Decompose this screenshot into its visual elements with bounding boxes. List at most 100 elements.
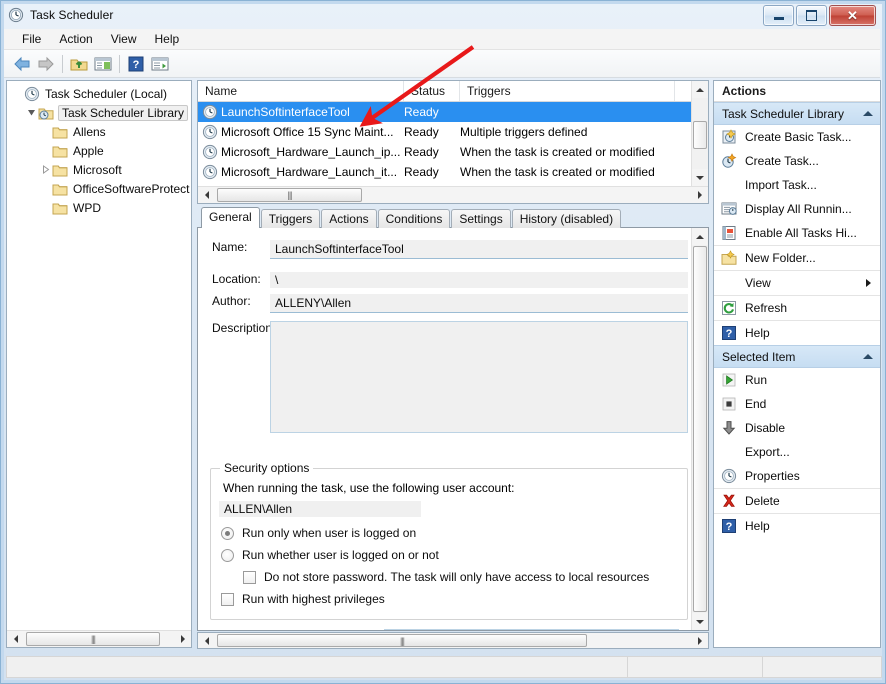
task-list-horizontal-scrollbar[interactable]: ||| [198, 186, 708, 203]
action-help[interactable]: ? Help [714, 320, 880, 345]
forward-button[interactable] [34, 52, 58, 76]
tree-expander-placeholder [39, 144, 52, 157]
highest-privileges-option[interactable]: Run with highest privileges [221, 592, 687, 606]
action-view[interactable]: View [714, 270, 880, 295]
detail-vertical-scrollbar[interactable] [691, 228, 708, 630]
no-store-password-option[interactable]: Do not store password. The task will onl… [243, 570, 687, 584]
chevron-up-icon[interactable] [863, 354, 873, 359]
show-console-tree-button[interactable] [91, 52, 115, 76]
tree-hscroll-thumb[interactable]: ||| [26, 632, 160, 646]
tab-conditions[interactable]: Conditions [377, 209, 451, 228]
chevron-up-icon[interactable] [863, 111, 873, 116]
column-header-status[interactable]: Status [404, 81, 460, 101]
action-run[interactable]: Run [714, 368, 880, 392]
tree-expander-placeholder [39, 125, 52, 138]
tree-hscroll-right-arrow[interactable] [174, 631, 191, 647]
action-end[interactable]: End [714, 392, 880, 416]
task-row[interactable]: Microsoft_Hardware_Launch_it... Ready When… [198, 162, 708, 182]
minimize-icon [773, 17, 784, 20]
detail-hscroll-left-arrow[interactable] [198, 633, 215, 648]
task-name-cell: Microsoft_Hardware_Launch_ip... [221, 145, 401, 159]
tree-hscroll-left-arrow[interactable] [7, 631, 24, 647]
action-create-basic-task[interactable]: Create Basic Task... [714, 125, 880, 149]
tab-settings[interactable]: Settings [451, 209, 511, 228]
close-button[interactable]: ✕ [829, 5, 876, 26]
detail-horizontal-scrollbar[interactable]: ||| [197, 632, 709, 649]
detail-vscroll-down-arrow[interactable] [692, 613, 708, 630]
task-list-hscroll-thumb[interactable]: ||| [217, 188, 362, 202]
create-task-icon [722, 153, 737, 168]
tree-node-wpd[interactable]: WPD [7, 198, 191, 217]
tab-actions[interactable]: Actions [321, 209, 377, 228]
tree-node-allens[interactable]: Allens [7, 122, 191, 141]
tree-horizontal-scrollbar[interactable]: ||| [7, 630, 191, 647]
menu-action[interactable]: Action [50, 30, 101, 48]
tree-node-apple[interactable]: Apple [7, 141, 191, 160]
tree-node-label: Microsoft [73, 162, 122, 177]
submenu-arrow-icon[interactable] [866, 279, 871, 287]
task-list-vscroll-thumb[interactable] [693, 121, 707, 149]
actions-section-header[interactable]: Selected Item [714, 345, 880, 368]
tab-triggers[interactable]: Triggers [260, 209, 321, 228]
run-only-logged-on-option[interactable]: Run only when user is logged on [221, 526, 687, 540]
highest-privileges-checkbox[interactable] [221, 592, 234, 606]
menu-file[interactable]: File [13, 30, 50, 48]
detail-hscroll-right-arrow[interactable] [691, 633, 708, 648]
action-import-task[interactable]: Import Task... [714, 173, 880, 197]
action-refresh[interactable]: Refresh [714, 295, 880, 320]
maximize-button[interactable] [796, 5, 827, 26]
menu-help[interactable]: Help [146, 30, 189, 48]
actions-section-header[interactable]: Task Scheduler Library [714, 102, 880, 125]
help-button[interactable]: ? [124, 52, 148, 76]
action-disable[interactable]: Disable [714, 416, 880, 440]
run-whether-logged-on-radio[interactable] [221, 548, 234, 562]
action-create-task[interactable]: Create Task... [714, 149, 880, 173]
task-list-vscroll-down-arrow[interactable] [692, 169, 708, 186]
task-row[interactable]: LaunchSoftinterfaceTool Ready [198, 102, 708, 122]
task-list-vertical-scrollbar[interactable] [691, 81, 708, 186]
name-field[interactable]: LaunchSoftinterfaceTool [270, 240, 688, 259]
up-one-level-button[interactable] [67, 52, 91, 76]
run-only-logged-on-radio[interactable] [221, 526, 234, 540]
action-export[interactable]: Export... [714, 440, 880, 464]
tree-node-label: Allens [73, 124, 106, 139]
tab-history-disabled[interactable]: History (disabled) [511, 209, 622, 228]
run-whether-logged-on-option[interactable]: Run whether user is logged on or not [221, 548, 687, 562]
question-mark-icon: ? [128, 56, 144, 71]
tree-node-task-scheduler-local[interactable]: Task Scheduler (Local) [7, 84, 191, 103]
tree-node-task-scheduler-library[interactable]: Task Scheduler Library [7, 103, 191, 122]
configure-for-select[interactable]: Windows Vista™, Windows Server™ 2008 [383, 629, 679, 630]
show-action-pane-button[interactable] [148, 52, 172, 76]
action-help[interactable]: ? Help [714, 513, 880, 538]
tree-node-microsoft[interactable]: Microsoft [7, 160, 191, 179]
action-new-folder[interactable]: New Folder... [714, 245, 880, 270]
action-display-all-runnin[interactable]: Display All Runnin... [714, 197, 880, 221]
chevron-down-icon[interactable] [25, 106, 38, 119]
chevron-right-icon[interactable] [39, 163, 52, 176]
menu-view[interactable]: View [102, 30, 146, 48]
actions-section-title: Task Scheduler Library [722, 106, 845, 121]
tree-node-label: Task Scheduler (Local) [45, 86, 168, 101]
detail-hscroll-thumb[interactable]: ||| [217, 634, 587, 647]
description-field[interactable] [270, 321, 688, 433]
task-name-cell: Microsoft Office 15 Sync Maint... [221, 125, 394, 139]
task-list-hscroll-left-arrow[interactable] [198, 187, 215, 203]
clock-icon [8, 7, 24, 23]
task-row[interactable]: Microsoft_Hardware_Launch_ip... Ready When… [198, 142, 708, 162]
action-delete[interactable]: Delete [714, 488, 880, 513]
action-enable-all-tasks-hi[interactable]: Enable All Tasks Hi... [714, 221, 880, 245]
task-list-hscroll-right-arrow[interactable] [691, 187, 708, 203]
tab-general[interactable]: General [201, 207, 260, 228]
task-row[interactable]: Microsoft Office 15 Sync Maint... Ready Mu… [198, 122, 708, 142]
tree-node-officesoftwareprotect[interactable]: OfficeSoftwareProtect [7, 179, 191, 198]
detail-vscroll-up-arrow[interactable] [692, 228, 708, 245]
minimize-button[interactable] [763, 5, 794, 26]
task-list-vscroll-up-arrow[interactable] [692, 81, 708, 98]
column-header-triggers[interactable]: Triggers [460, 81, 675, 101]
column-header-name[interactable]: Name [198, 81, 404, 101]
back-button[interactable] [10, 52, 34, 76]
user-account-field: ALLEN\Allen [219, 501, 421, 517]
action-properties[interactable]: Properties [714, 464, 880, 488]
detail-vscroll-thumb[interactable] [693, 246, 707, 612]
no-store-password-checkbox[interactable] [243, 570, 256, 584]
